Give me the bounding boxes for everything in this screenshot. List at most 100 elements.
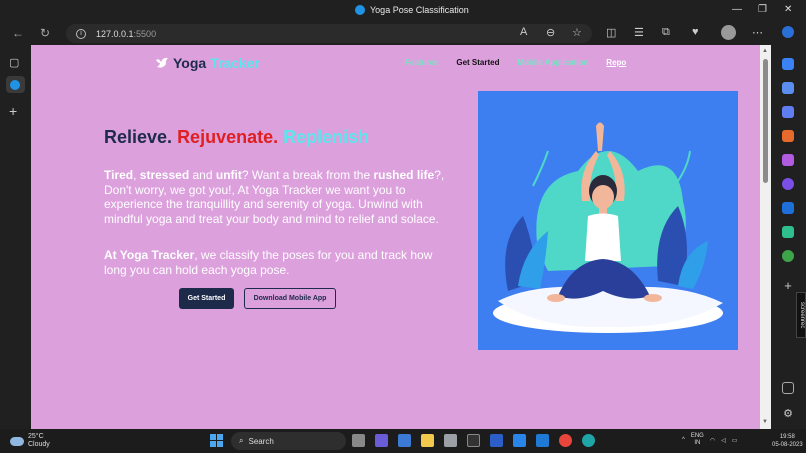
taskbar-search[interactable]: ⌕ Search — [231, 432, 346, 450]
weather-widget[interactable]: 25°C Cloudy — [10, 433, 50, 449]
clock-date: 05-08-2023 — [772, 442, 803, 448]
yoga-illustration — [478, 91, 738, 350]
weather-desc: Cloudy — [28, 441, 50, 448]
headline-replenish: Replenish — [283, 127, 370, 147]
tab-actions-icon[interactable]: ▢ — [9, 56, 19, 69]
edge-sidebar: + ⚙ — [771, 22, 806, 429]
microsoft-365-icon[interactable] — [782, 178, 794, 190]
vpn-icon[interactable] — [513, 434, 526, 447]
back-arrow-icon[interactable]: ← — [12, 26, 24, 40]
nav-mobile-application[interactable]: Mobile Application — [517, 58, 588, 67]
browser-essentials-icon[interactable]: ♥ — [692, 26, 699, 38]
new-tab-plus-icon[interactable]: + — [9, 103, 17, 119]
logo-tracker-text: Tracker — [210, 55, 261, 71]
get-started-button[interactable]: Get Started — [179, 288, 234, 309]
scroll-up-arrow-icon[interactable]: ▲ — [762, 48, 768, 54]
windows-start-icon[interactable] — [210, 434, 223, 447]
headline-relieve: Relieve. — [104, 127, 173, 147]
profile-avatar[interactable] — [721, 25, 736, 40]
mid-text: ? Want a break from the — [241, 168, 374, 182]
cloud-icon — [10, 436, 24, 446]
snipping-tool-icon[interactable] — [444, 434, 457, 447]
tray-chevron-up-icon[interactable]: ^ — [682, 437, 685, 443]
tree-icon[interactable] — [782, 250, 794, 262]
and-text: and — [189, 168, 216, 182]
taskbar-search-label: Search — [248, 436, 274, 446]
dove-logo-icon — [156, 57, 168, 68]
scroll-down-arrow-icon[interactable]: ▼ — [762, 419, 768, 425]
info-icon[interactable]: i — [76, 28, 86, 39]
browser-toolbar: ← ↻ i 127.0.0.1:5500 A ⊖ ☆ ◫ ☰ ⧉ ♥ ⋯ — [0, 22, 806, 45]
intro-paragraph: Tired, stressed and unfit? Want a break … — [104, 168, 454, 226]
screenrec-widget[interactable]: screenrec — [796, 292, 806, 338]
nav-features[interactable]: Features — [405, 58, 438, 67]
site-nav: Features Get Started Mobile Application … — [405, 58, 626, 67]
url-port: :5500 — [133, 28, 157, 39]
restore-button[interactable]: ❐ — [758, 4, 767, 15]
edge-favicon-icon — [355, 5, 365, 15]
scrollbar-thumb[interactable] — [763, 59, 768, 183]
favorite-star-icon[interactable]: ☆ — [572, 26, 582, 39]
drop-icon[interactable] — [782, 226, 794, 238]
games-icon[interactable] — [782, 154, 794, 166]
active-tab-favicon-icon — [10, 80, 20, 90]
site-logo[interactable]: Yoga Tracker — [155, 55, 260, 71]
clock-time: 19:58 — [779, 434, 795, 440]
task-view-icon[interactable] — [352, 434, 365, 447]
add-sidebar-app-icon[interactable]: + — [782, 279, 794, 292]
word-stressed: stressed — [139, 168, 190, 182]
volume-icon[interactable]: ◁ — [721, 437, 726, 444]
split-screen-icon[interactable]: ◫ — [606, 26, 616, 39]
edge-taskbar-icon[interactable] — [582, 434, 595, 447]
nav-get-started[interactable]: Get Started — [456, 58, 499, 67]
wifi-icon[interactable]: ◠ — [710, 437, 715, 444]
page-scrollbar[interactable]: ▲ ▼ — [760, 45, 771, 429]
page-viewport: Yoga Tracker Features Get Started Mobile… — [31, 45, 771, 429]
chrome-icon[interactable] — [559, 434, 572, 447]
outlook-icon[interactable] — [782, 202, 794, 214]
windows-taskbar: 25°C Cloudy ⌕ Search ^ ENG IN ◠ ◁ ▭ 19:5… — [0, 429, 806, 453]
classify-paragraph: At Yoga Tracker, we classify the poses f… — [104, 248, 454, 277]
title-bar: Yoga Pose Classification — ❐ ✕ — [0, 0, 806, 22]
word-unfit: unfit — [215, 168, 242, 182]
nav-repo[interactable]: Repo — [606, 58, 626, 67]
minimize-button[interactable]: — — [732, 4, 742, 15]
notification-bell-icon[interactable] — [782, 58, 794, 70]
brand-text: At Yoga Tracker — [104, 248, 195, 262]
vscode-icon[interactable] — [536, 434, 549, 447]
terminal-icon[interactable] — [398, 434, 411, 447]
search-magnifier-icon: ⌕ — [239, 436, 244, 445]
language-indicator[interactable]: ENG IN — [691, 433, 704, 447]
file-explorer-icon[interactable] — [421, 434, 434, 447]
hide-sidebar-icon[interactable] — [782, 382, 794, 394]
address-bar[interactable]: i 127.0.0.1:5500 — [66, 24, 592, 43]
search-icon[interactable] — [782, 82, 794, 94]
settings-gear-icon[interactable]: ⚙ — [782, 408, 794, 420]
command-prompt-icon[interactable] — [467, 434, 480, 447]
bing-copilot-icon[interactable] — [782, 26, 794, 38]
language-eng: ENG — [690, 433, 704, 439]
close-button[interactable]: ✕ — [784, 4, 792, 15]
battery-icon[interactable]: ▭ — [732, 437, 738, 444]
shopping-tag-icon[interactable] — [782, 106, 794, 118]
hero-headline: Relieve. Rejuvenate. Replenish — [104, 127, 369, 148]
word-icon[interactable] — [490, 434, 503, 447]
teams-icon[interactable] — [375, 434, 388, 447]
favorites-icon[interactable]: ☰ — [634, 26, 644, 39]
comma-text: , — [133, 168, 140, 182]
weather-temp: 25°C — [28, 433, 44, 440]
collections-icon[interactable]: ⧉ — [662, 26, 670, 39]
word-tired: Tired — [104, 168, 134, 182]
language-in: IN — [694, 440, 701, 446]
taskbar-clock[interactable]: 19:58 05-08-2023 — [772, 433, 803, 449]
read-aloud-icon[interactable]: A — [520, 26, 527, 38]
logo-yoga-text: Yoga — [173, 55, 207, 71]
vertical-tabs-bar: ▢ + — [0, 45, 31, 429]
tools-briefcase-icon[interactable] — [782, 130, 794, 142]
more-menu-icon[interactable]: ⋯ — [752, 26, 763, 39]
zoom-icon[interactable]: ⊖ — [546, 26, 555, 39]
system-tray: ^ ENG IN ◠ ◁ ▭ — [682, 433, 737, 447]
window-title: Yoga Pose Classification — [355, 5, 469, 15]
refresh-icon[interactable]: ↻ — [40, 26, 50, 40]
download-mobile-app-button[interactable]: Download Mobile App — [244, 288, 336, 309]
